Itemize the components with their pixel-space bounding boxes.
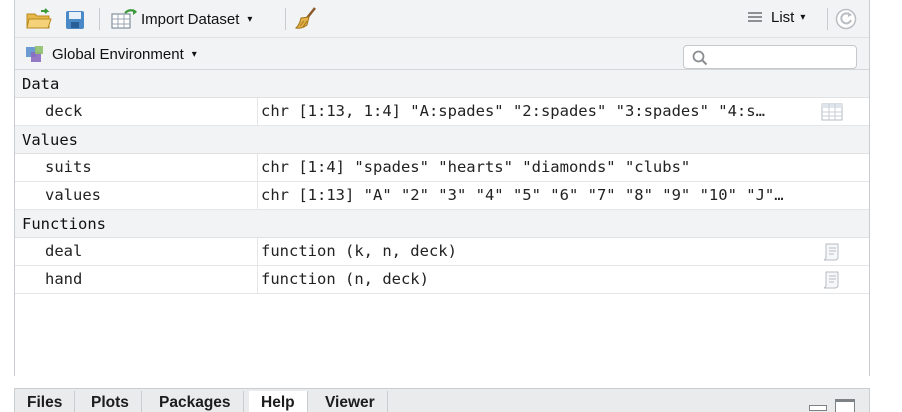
save-icon bbox=[66, 11, 84, 29]
variable-value: chr [1:13, 1:4] "A:spades" "2:spades" "3… bbox=[261, 102, 765, 120]
broom-icon bbox=[295, 7, 316, 29]
import-dataset-button[interactable]: Import Dataset ▾ bbox=[111, 8, 252, 30]
variable-value: chr [1:4] "spades" "hearts" "diamonds" "… bbox=[261, 158, 691, 176]
variable-row-deal[interactable]: deal function (k, n, deck) bbox=[15, 238, 869, 266]
variable-name: deck bbox=[15, 98, 258, 126]
view-mode-label: List bbox=[771, 9, 795, 26]
minimize-pane-icon[interactable] bbox=[809, 405, 827, 411]
refresh-icon bbox=[835, 8, 857, 30]
import-dataset-label: Import Dataset bbox=[141, 10, 240, 28]
section-header-values: Values bbox=[15, 126, 869, 154]
environment-search-input[interactable] bbox=[683, 45, 857, 69]
toolbar-separator bbox=[99, 8, 100, 30]
chevron-down-icon: ▾ bbox=[800, 12, 806, 23]
section-header-functions: Functions bbox=[15, 210, 869, 238]
variable-name: deal bbox=[15, 238, 258, 266]
save-workspace-button[interactable] bbox=[65, 10, 85, 30]
variable-name: hand bbox=[15, 266, 258, 294]
refresh-button[interactable] bbox=[835, 8, 857, 30]
import-table-icon bbox=[111, 9, 137, 29]
environment-icon bbox=[26, 46, 43, 62]
variable-value: chr [1:13] "A" "2" "3" "4" "5" "6" "7" "… bbox=[261, 186, 784, 204]
environment-selector-bar: Global Environment ▾ bbox=[15, 38, 869, 70]
tab-viewer[interactable]: Viewer bbox=[313, 391, 388, 412]
open-folder-button[interactable] bbox=[25, 8, 53, 30]
variable-row-values[interactable]: values chr [1:13] "A" "2" "3" "4" "5" "6… bbox=[15, 182, 869, 210]
toolbar-separator bbox=[285, 8, 286, 30]
view-function-icon[interactable] bbox=[821, 271, 843, 289]
open-folder-icon bbox=[26, 8, 52, 29]
variable-value: function (n, deck) bbox=[261, 270, 429, 288]
variable-row-hand[interactable]: hand function (n, deck) bbox=[15, 266, 869, 294]
environment-grid: Data deck chr [1:13, 1:4] "A:spades" "2:… bbox=[15, 70, 869, 294]
environment-selector[interactable]: Global Environment ▾ bbox=[25, 44, 197, 64]
environment-selector-label: Global Environment bbox=[52, 45, 184, 63]
tab-files[interactable]: Files bbox=[15, 391, 76, 412]
view-data-table-icon[interactable] bbox=[821, 103, 843, 121]
section-header-data: Data bbox=[15, 70, 869, 98]
maximize-pane-icon[interactable] bbox=[835, 399, 855, 412]
variable-name: suits bbox=[15, 154, 258, 182]
tab-plots[interactable]: Plots bbox=[79, 391, 142, 412]
tab-packages[interactable]: Packages bbox=[147, 391, 244, 412]
chevron-down-icon: ▾ bbox=[247, 13, 253, 25]
variable-row-suits[interactable]: suits chr [1:4] "spades" "hearts" "diamo… bbox=[15, 154, 869, 182]
toolbar-separator bbox=[827, 8, 828, 30]
environment-pane: Import Dataset ▾ List ▾ Global Environme… bbox=[14, 0, 870, 376]
variable-value: function (k, n, deck) bbox=[261, 242, 457, 260]
tab-help[interactable]: Help bbox=[249, 391, 308, 412]
list-icon bbox=[748, 11, 762, 22]
search-icon bbox=[692, 50, 708, 66]
environment-toolbar: Import Dataset ▾ List ▾ bbox=[15, 0, 869, 38]
files-pane-tabbar: Files Plots Packages Help Viewer bbox=[14, 388, 870, 412]
view-mode-dropdown[interactable]: List ▾ bbox=[747, 9, 805, 26]
variable-name: values bbox=[15, 182, 258, 210]
clear-workspace-button[interactable] bbox=[295, 6, 321, 32]
variable-row-deck[interactable]: deck chr [1:13, 1:4] "A:spades" "2:spade… bbox=[15, 98, 869, 126]
view-function-icon[interactable] bbox=[821, 243, 843, 261]
chevron-down-icon: ▾ bbox=[191, 48, 197, 60]
